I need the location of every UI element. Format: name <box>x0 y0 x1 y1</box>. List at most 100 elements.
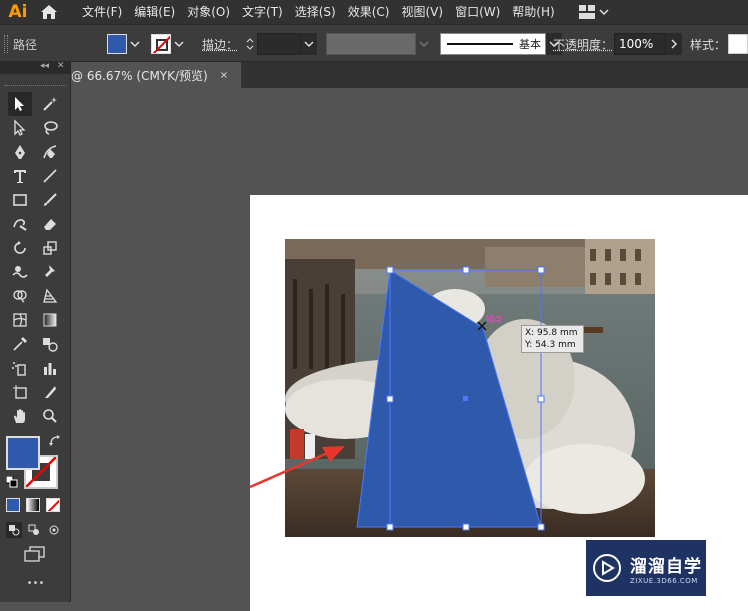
draw-behind-icon[interactable] <box>26 522 42 538</box>
swap-colors-icon[interactable] <box>48 434 62 451</box>
gradient-mode-icon[interactable] <box>26 498 40 512</box>
stepper-arrows-icon[interactable] <box>243 33 257 55</box>
selection-type-label: 路径 <box>13 37 38 52</box>
control-bar: 路径 描边： 基本 不透明度： 100% 样式： <box>0 24 748 62</box>
placed-photo[interactable] <box>285 239 655 537</box>
direct-selection-tool-icon[interactable] <box>8 116 32 140</box>
illustrator-window: Ai 文件(F) 编辑(E) 对象(O) 文字(T) 选择(S) 效果(C) 视… <box>0 0 748 611</box>
slice-tool-icon[interactable] <box>38 380 62 404</box>
lasso-tool-icon[interactable] <box>38 116 62 140</box>
menu-window[interactable]: 窗口(W) <box>449 0 506 24</box>
style-swatch-control[interactable] <box>728 25 748 63</box>
menu-bar: Ai 文件(F) 编辑(E) 对象(O) 文字(T) 选择(S) 效果(C) 视… <box>0 0 748 24</box>
document-title: @ 66.67% (CMYK/预览) <box>71 68 208 83</box>
collapse-icon[interactable]: ◂◂ <box>40 61 49 71</box>
brush-definition-field[interactable]: 基本 <box>440 33 546 55</box>
stroke-weight-stepper[interactable] <box>243 25 317 63</box>
tools-panel-grip[interactable] <box>4 76 66 86</box>
warp-tool-icon[interactable] <box>8 260 32 284</box>
menu-effect[interactable]: 效果(C) <box>342 0 396 24</box>
document-tab[interactable]: @ 66.67% (CMYK/预览) × <box>71 62 241 88</box>
perspective-grid-tool-icon[interactable] <box>38 284 62 308</box>
hand-tool-icon[interactable] <box>8 404 32 428</box>
screen-mode-icon[interactable] <box>24 546 46 565</box>
fill-swatch[interactable] <box>107 34 127 54</box>
brush-definition[interactable]: 基本 <box>440 25 562 63</box>
stroke-line-preview <box>447 43 513 45</box>
edit-toolbar-icon[interactable]: ••• <box>0 578 71 589</box>
zoom-tool-icon[interactable] <box>38 404 62 428</box>
anchor-hint: 锚点 <box>486 315 502 324</box>
gradient-tool-icon[interactable] <box>38 308 62 332</box>
menu-view[interactable]: 视图(V) <box>395 0 449 24</box>
menu-object[interactable]: 对象(O) <box>181 0 236 24</box>
document-tab-bar: @ 66.67% (CMYK/预览) × <box>71 62 748 88</box>
draw-inside-icon[interactable] <box>46 522 62 538</box>
workspace-switcher[interactable] <box>578 5 609 19</box>
fill-swatch-control[interactable] <box>107 25 143 63</box>
color-mode-buttons <box>6 498 60 512</box>
chevron-down-icon[interactable] <box>171 34 187 54</box>
chevron-down-icon[interactable] <box>127 34 143 54</box>
opacity-control[interactable]: 100% <box>614 25 682 63</box>
watermark-url: ZIXUE.3D66.COM <box>630 576 698 585</box>
variable-width-profile <box>326 25 432 63</box>
fill-color-box[interactable] <box>6 436 40 470</box>
app-logo: Ai <box>8 2 28 22</box>
opacity-field[interactable]: 100% <box>614 33 666 55</box>
none-mode-icon[interactable] <box>46 498 60 512</box>
selection-tool-icon[interactable] <box>8 92 32 116</box>
eyedropper-tool-icon[interactable] <box>8 332 32 356</box>
symbol-sprayer-tool-icon[interactable] <box>8 356 32 380</box>
chevron-down-icon <box>599 9 609 16</box>
brush-name: 基本 <box>519 38 541 51</box>
chevron-right-icon[interactable] <box>666 33 682 55</box>
menu-select[interactable]: 选择(S) <box>289 0 342 24</box>
menu-file[interactable]: 文件(F) <box>76 0 128 24</box>
magic-wand-tool-icon[interactable] <box>38 92 62 116</box>
pen-tool-icon[interactable] <box>8 140 32 164</box>
style-swatch[interactable] <box>728 34 748 54</box>
panel-grip[interactable] <box>4 35 8 53</box>
tools-panel-header[interactable]: ◂◂ ✕ <box>0 61 70 74</box>
default-colors-icon[interactable] <box>5 475 18 491</box>
opacity-label[interactable]: 不透明度： <box>553 25 613 63</box>
shaper-tool-icon[interactable] <box>8 212 32 236</box>
draw-normal-icon[interactable] <box>6 522 22 538</box>
color-mode-icon[interactable] <box>6 498 20 512</box>
rectangle-tool-icon[interactable] <box>8 188 32 212</box>
menu-edit[interactable]: 编辑(E) <box>128 0 181 24</box>
type-tool-icon[interactable] <box>8 164 32 188</box>
mesh-tool-icon[interactable] <box>8 308 32 332</box>
watermark-logo: 溜溜自学 ZIXUE.3D66.COM <box>586 540 706 596</box>
draw-mode-buttons <box>6 522 62 538</box>
photo-image <box>285 239 655 537</box>
curvature-tool-icon[interactable] <box>38 140 62 164</box>
workspace-grid-icon <box>578 5 595 19</box>
close-icon[interactable]: × <box>220 70 228 81</box>
close-icon[interactable]: ✕ <box>57 61 65 71</box>
menu-type[interactable]: 文字(T) <box>236 0 289 24</box>
chevron-down-icon[interactable] <box>301 33 317 55</box>
stroke-weight-label[interactable]: 描边： <box>202 25 238 63</box>
watermark-title: 溜溜自学 <box>630 556 702 577</box>
scale-tool-icon[interactable] <box>38 236 62 260</box>
paintbrush-tool-icon[interactable] <box>38 188 62 212</box>
puppet-warp-tool-icon[interactable] <box>38 260 62 284</box>
play-logo-icon <box>593 554 621 582</box>
home-icon[interactable] <box>36 0 62 24</box>
eraser-tool-icon[interactable] <box>38 212 62 236</box>
column-graph-tool-icon[interactable] <box>38 356 62 380</box>
stroke-none-swatch[interactable] <box>151 34 171 54</box>
variable-width-box <box>326 33 416 55</box>
rotate-tool-icon[interactable] <box>8 236 32 260</box>
menu-help[interactable]: 帮助(H) <box>506 0 560 24</box>
artboard-tool-icon[interactable] <box>8 380 32 404</box>
line-tool-icon[interactable] <box>38 164 62 188</box>
stroke-weight-field[interactable] <box>257 33 301 55</box>
chevron-down-icon <box>416 34 432 54</box>
blend-tool-icon[interactable] <box>38 332 62 356</box>
tools-panel: ◂◂ ✕ ••• <box>0 61 71 602</box>
stroke-swatch-control[interactable] <box>151 25 187 63</box>
shape-builder-tool-icon[interactable] <box>8 284 32 308</box>
